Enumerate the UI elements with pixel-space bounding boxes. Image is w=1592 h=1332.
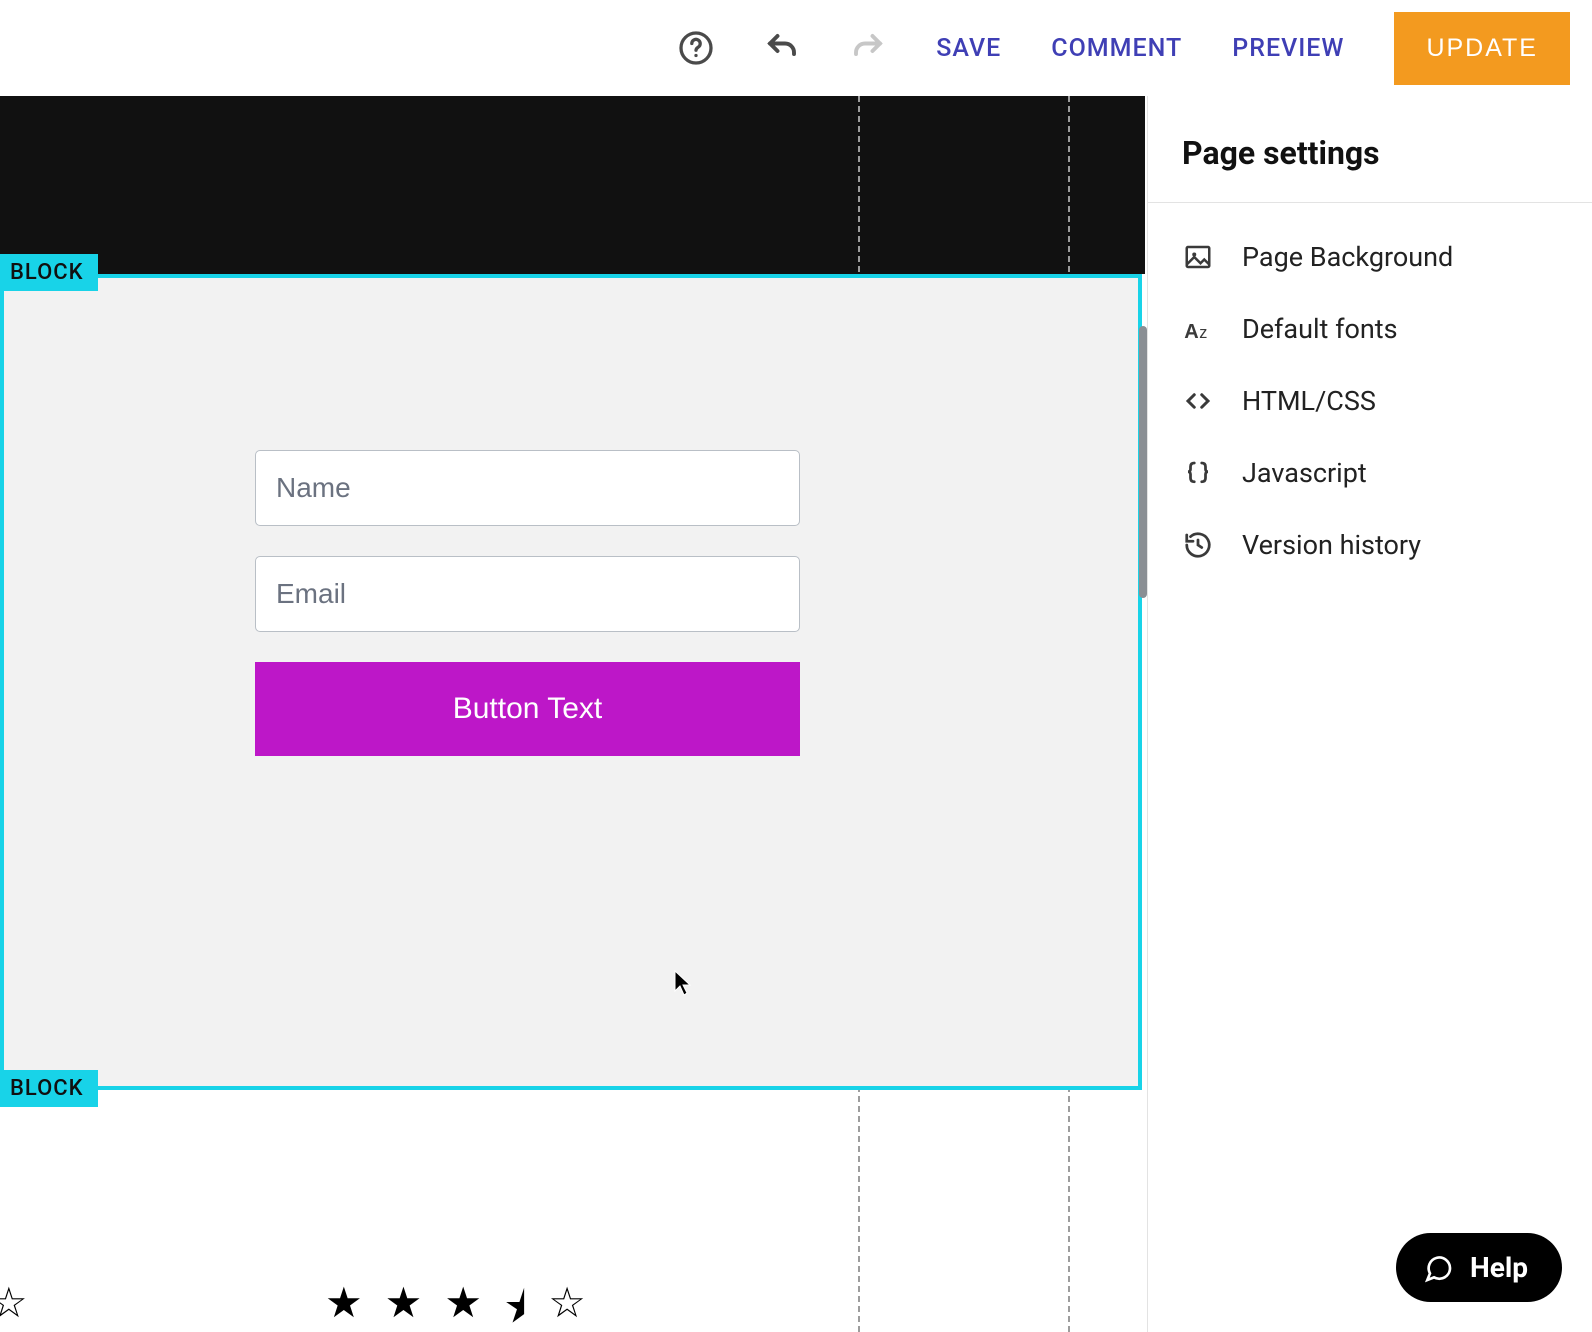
settings-item-javascript[interactable]: Javascript [1148,437,1592,509]
redo-icon [850,30,886,66]
main-area: Button Text BLOCK BLOCK ☆ ★ ★ ★ ⯨ ☆ Page… [0,96,1592,1332]
settings-item-label: HTML/CSS [1242,385,1376,417]
settings-item-page-background[interactable]: Page Background [1148,221,1592,293]
comment-button[interactable]: COMMENT [1051,34,1182,63]
name-input[interactable] [255,450,800,526]
form-submit-button[interactable]: Button Text [255,662,800,756]
settings-item-html-css[interactable]: HTML/CSS [1148,365,1592,437]
star-icon: ★ [325,1278,363,1332]
help-chat-button[interactable]: Help [1396,1233,1562,1302]
settings-item-label: Javascript [1242,457,1367,489]
image-icon [1182,241,1214,273]
selected-block[interactable]: Button Text [0,274,1142,1090]
settings-item-label: Default fonts [1242,313,1398,345]
save-button[interactable]: SAVE [936,34,1001,63]
braces-icon [1182,457,1214,489]
star-icon: ★ [444,1278,482,1332]
settings-sidebar: Page settings Page Background A z [1147,96,1592,1332]
star-icon: ★ [385,1278,423,1332]
font-icon: A z [1182,313,1214,345]
block-tag[interactable]: BLOCK [0,254,98,291]
canvas-dark-section[interactable] [0,96,1145,274]
star-icon: ☆ [548,1278,586,1332]
settings-list: Page Background A z Default fonts [1148,203,1592,599]
svg-text:z: z [1199,324,1207,342]
chat-icon [1422,1252,1454,1284]
editor-canvas[interactable]: Button Text BLOCK BLOCK ☆ ★ ★ ★ ⯨ ☆ [0,96,1147,1332]
settings-item-label: Version history [1242,529,1421,561]
code-icon [1182,385,1214,417]
settings-item-label: Page Background [1242,241,1453,273]
star-icon: ☆ [0,1278,28,1328]
form-widget: Button Text [255,450,800,756]
undo-icon[interactable] [764,30,800,66]
svg-text:A: A [1184,321,1198,343]
block-tag[interactable]: BLOCK [0,1070,98,1107]
settings-item-version-history[interactable]: Version history [1148,509,1592,581]
email-input[interactable] [255,556,800,632]
settings-item-default-fonts[interactable]: A z Default fonts [1148,293,1592,365]
top-toolbar: SAVE COMMENT PREVIEW UPDATE [0,0,1592,96]
star-rating[interactable]: ★ ★ ★ ⯨ ☆ [325,1278,586,1332]
help-chat-label: Help [1470,1251,1528,1284]
sidebar-title: Page settings [1148,96,1592,203]
toolbar-icon-group [678,30,886,66]
star-icon: ⯨ [504,1278,526,1332]
preview-button[interactable]: PREVIEW [1232,34,1344,63]
history-icon [1182,529,1214,561]
help-icon[interactable] [678,30,714,66]
canvas-scrollbar[interactable] [1139,326,1147,598]
update-button[interactable]: UPDATE [1394,12,1570,85]
